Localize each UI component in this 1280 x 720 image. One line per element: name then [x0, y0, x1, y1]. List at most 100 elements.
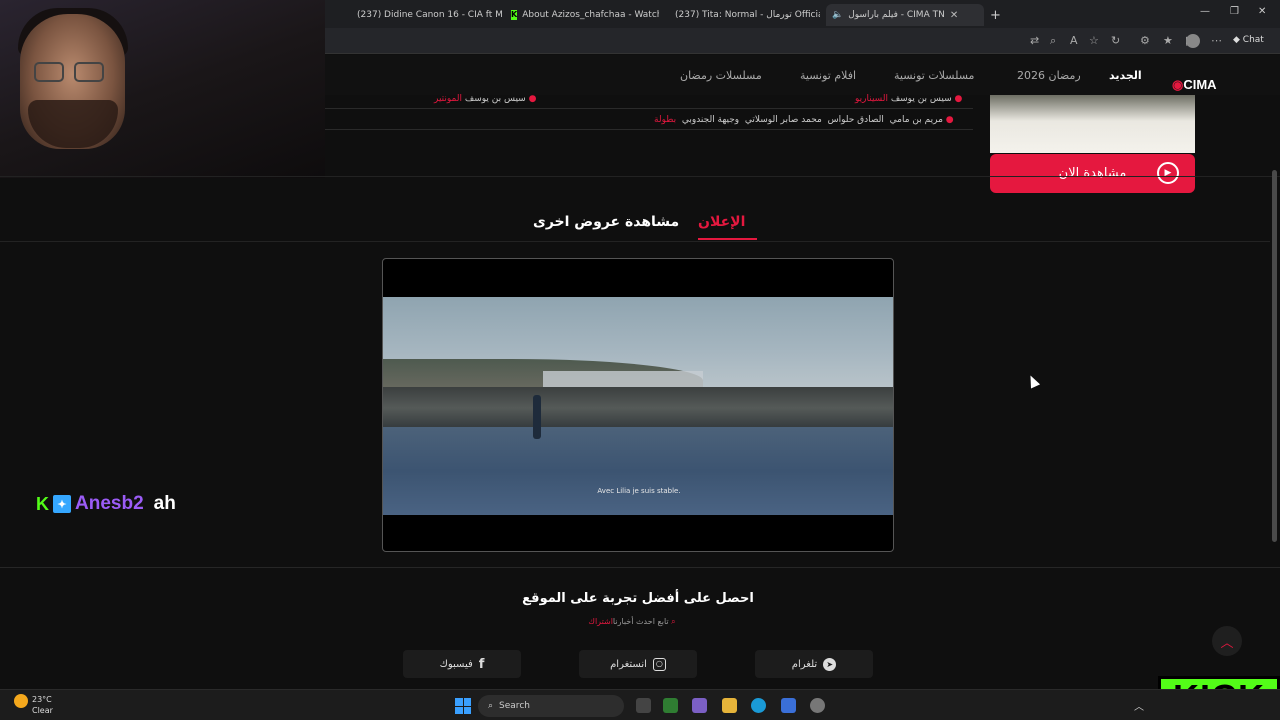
tab-label: (237) Didine Canon 16 - CIA ft Mc: [357, 10, 502, 20]
tab-other-offers[interactable]: مشاهدة عروض اخرى: [533, 214, 679, 230]
chat-message: ah: [153, 493, 176, 514]
footer-title: احصل على أفضل تجربة على الموقع: [522, 591, 754, 606]
speaker-icon[interactable]: 🔈: [832, 10, 843, 20]
maximize-icon[interactable]: ❐: [1230, 6, 1239, 17]
video-water: [383, 427, 893, 515]
start-button[interactable]: [455, 698, 471, 714]
browser-tab[interactable]: (237) Tita: Normal - تورمال Official ✕: [670, 4, 820, 26]
favorites-icon[interactable]: ★: [1163, 34, 1173, 47]
weather-widget[interactable]: 23°C Clear: [14, 694, 53, 716]
browser-tab[interactable]: K About Azizos_chafchaa - Watch Li ✕: [511, 4, 659, 26]
kick-badge-icon: K: [36, 493, 49, 514]
browser-tab-active[interactable]: 🔈 فيلم باراسول - CIMA TN ✕: [826, 4, 984, 26]
app-icon[interactable]: [810, 698, 825, 713]
browser-tab[interactable]: (237) Didine Canon 16 - CIA ft Mc ✕: [352, 4, 502, 26]
telegram-button[interactable]: تلغرام ➤: [755, 650, 873, 678]
file-explorer-icon[interactable]: [722, 698, 737, 713]
tab-trailer-underline: [698, 238, 757, 240]
profile-avatar[interactable]: [1186, 34, 1200, 48]
refresh-icon[interactable]: ↻: [1111, 34, 1120, 47]
instagram-button[interactable]: انستغرام ○: [579, 650, 697, 678]
tray-chevron-icon[interactable]: ︿: [1134, 698, 1144, 713]
footer-subscribe: تابع احدث أخبارنااشتراك ⌕: [0, 617, 1264, 627]
kick-chat-message: K ✦ Anesb2 ah: [36, 493, 176, 515]
divider: [325, 108, 973, 109]
user-icon: ●: [954, 94, 963, 104]
instagram-icon: ○: [652, 657, 666, 671]
screenplay-row: سيس بن يوسف السيناريو ●: [851, 94, 962, 104]
facebook-label: فيسبوك: [439, 658, 473, 670]
minimize-icon[interactable]: —: [1200, 6, 1210, 17]
copilot-chat-button[interactable]: ◆ Chat: [1233, 35, 1264, 45]
editor-row: سيس بن يوسف المونتير ●: [426, 94, 536, 104]
copilot-icon[interactable]: [692, 698, 707, 713]
video-person: [533, 395, 541, 439]
facebook-icon: f: [478, 656, 485, 672]
chat-username: Anesb2: [75, 493, 144, 514]
taskbar-search[interactable]: ⌕ Search: [478, 695, 624, 717]
kick-icon: K: [511, 10, 518, 20]
telegram-icon: ➤: [823, 657, 837, 671]
facebook-button[interactable]: فيسبوك f: [403, 650, 521, 678]
instagram-label: انستغرام: [610, 658, 647, 670]
nav-tunisian-series[interactable]: مسلسلات تونسية: [894, 69, 974, 82]
glasses-right: [74, 62, 104, 82]
favorite-star-icon[interactable]: ☆: [1089, 34, 1099, 47]
close-window-icon[interactable]: ✕: [1258, 6, 1266, 17]
play-icon: ▶: [1157, 162, 1179, 184]
glasses-left: [34, 62, 64, 82]
tab-trailer[interactable]: الإعلان: [698, 214, 745, 230]
divider: [0, 176, 1280, 177]
editor-label: المونتير: [434, 94, 462, 104]
address-bar[interactable]: ⇄ ⌕ A ☆ ↻ ⚙ ★ ▣ ⋯ ◆ Chat: [325, 28, 1280, 54]
edge-icon[interactable]: [751, 698, 766, 713]
cast-label: بطولة: [654, 115, 677, 125]
user-icon: ●: [528, 94, 537, 104]
tab-label: فيلم باراسول - CIMA TN: [848, 10, 945, 20]
telegram-label: تلغرام: [791, 658, 818, 670]
extensions-icon[interactable]: ⚙: [1140, 34, 1150, 47]
editor-value: سيس بن يوسف: [464, 94, 526, 104]
nav-ramadan-series[interactable]: مسلسلات رمضان: [680, 69, 762, 82]
subscribe-text: تابع احدث أخبارنا: [612, 617, 669, 626]
divider: [0, 567, 1280, 568]
screenplay-label: السيناريو: [855, 94, 888, 104]
nvidia-icon[interactable]: [663, 698, 678, 713]
weather-condition: Clear: [32, 706, 53, 715]
cast-member[interactable]: وجيهة الجندوبي: [682, 115, 739, 125]
new-tab-button[interactable]: +: [990, 4, 1004, 26]
new-tab-label: +: [990, 7, 1001, 23]
watch-now-button[interactable]: مشاهدة الان ▶: [990, 154, 1195, 193]
moon-icon: [14, 694, 28, 708]
task-view-icon[interactable]: [636, 698, 651, 713]
cast-member[interactable]: مريم بن مامي: [890, 115, 943, 125]
scrollbar[interactable]: [1272, 170, 1277, 542]
video-shore: [383, 387, 893, 429]
movie-poster[interactable]: [990, 95, 1195, 153]
nav-tunisian-films[interactable]: افلام تونسية: [800, 69, 856, 82]
user-icon: ●: [945, 115, 954, 125]
search-icon: ⌕: [671, 617, 676, 626]
cast-row: مريم بن مامي الصادق حلواس محمد صابر الوس…: [654, 115, 954, 125]
mouse-cursor: [1025, 373, 1041, 389]
subscribe-link[interactable]: اشتراك: [588, 617, 613, 626]
read-aloud-icon[interactable]: A: [1070, 34, 1078, 47]
webcam-overlay: [0, 0, 325, 178]
site-logo[interactable]: ◉CIMA: [1172, 77, 1217, 93]
nav-ramadan-2026[interactable]: رمضان 2026: [1017, 69, 1081, 82]
zoom-icon[interactable]: ⌕: [1050, 34, 1056, 48]
close-icon[interactable]: ✕: [950, 10, 958, 21]
nav-new[interactable]: الجديد: [1109, 69, 1142, 82]
translate-icon[interactable]: ⇄: [1030, 34, 1039, 47]
cast-member[interactable]: الصادق حلواس: [828, 115, 884, 125]
tab-label: (237) Tita: Normal - تورمال Official: [675, 10, 820, 20]
search-icon: ⌕: [488, 701, 494, 711]
cast-member[interactable]: محمد صابر الوسلاتي: [745, 115, 822, 125]
scroll-to-top-button[interactable]: ︿: [1212, 626, 1242, 656]
chat-label: Chat: [1242, 35, 1264, 45]
more-menu-icon[interactable]: ⋯: [1211, 34, 1222, 47]
divider: [0, 241, 1270, 242]
video-player[interactable]: Avec Lilia je suis stable.: [382, 258, 894, 552]
tab-label: About Azizos_chafchaa - Watch Li: [522, 10, 659, 20]
store-icon[interactable]: [781, 698, 796, 713]
